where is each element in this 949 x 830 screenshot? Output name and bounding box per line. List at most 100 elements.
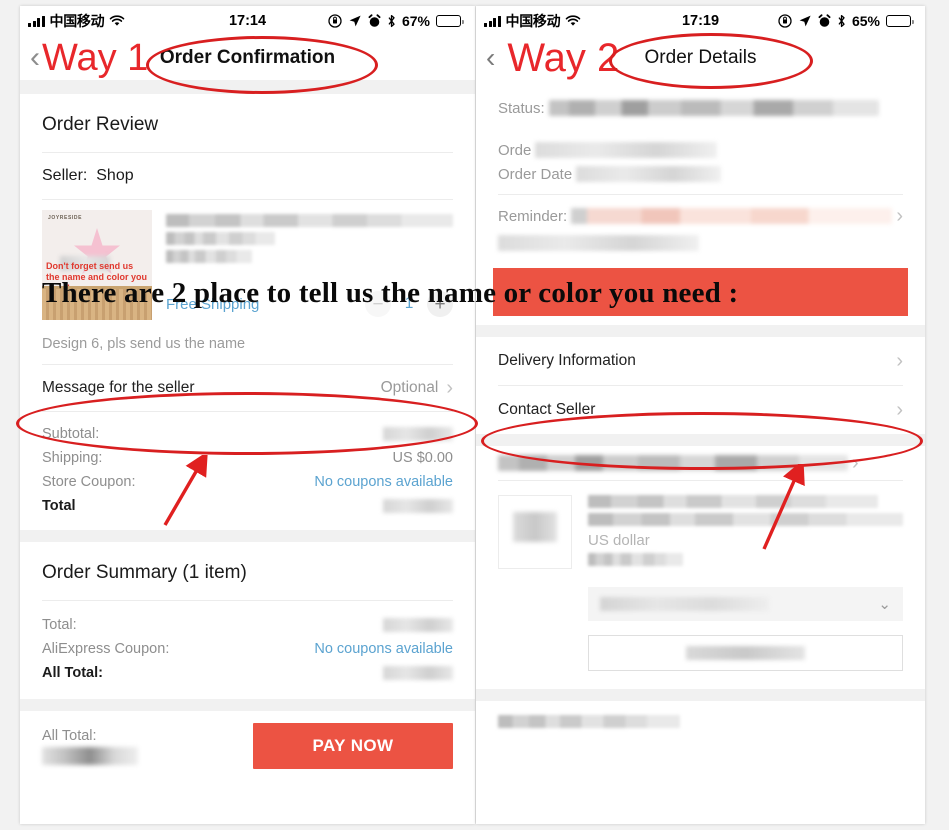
wifi-icon <box>110 15 125 26</box>
total-value-redacted <box>383 499 453 513</box>
location-arrow-icon <box>799 15 811 27</box>
item-price-redacted <box>588 553 683 566</box>
plus-icon[interactable]: + <box>427 291 453 317</box>
seller-label: Seller: <box>42 167 88 184</box>
battery-icon <box>886 15 914 27</box>
screenshot-root: 中国移动 17:14 67% ‹ Way 1 Order Confirmatio… <box>0 0 949 830</box>
message-for-seller-value: Optional <box>380 379 439 396</box>
signal-bars-icon <box>28 15 45 27</box>
section-gap <box>20 80 475 94</box>
section-gap <box>20 699 475 711</box>
section-gap <box>476 325 925 337</box>
status-bar-left-group: 中国移动 <box>484 11 581 31</box>
order-actions-card: Delivery Information › Contact Seller › <box>476 337 925 434</box>
summary-value-redacted <box>383 618 453 632</box>
section-gap <box>476 434 925 446</box>
chevron-right-icon: › <box>896 350 903 372</box>
rotation-lock-icon <box>778 14 792 28</box>
reminder-label: Reminder: <box>498 207 568 225</box>
contact-seller-row[interactable]: Contact Seller › <box>476 386 925 434</box>
chevron-right-icon: › <box>446 377 453 399</box>
fence-graphic <box>42 286 152 320</box>
detail-row-reminder[interactable]: Reminder: › <box>476 201 925 231</box>
pay-now-button[interactable]: PAY NOW <box>253 723 453 769</box>
seller-row[interactable]: Seller: Shop <box>20 153 475 199</box>
summary-label: All Total: <box>42 665 103 681</box>
item-action-button[interactable] <box>588 635 903 671</box>
delivery-information-row[interactable]: Delivery Information › <box>476 337 925 385</box>
section-gap <box>476 689 925 701</box>
store-coupon-link[interactable]: No coupons available <box>314 474 453 490</box>
store-name-row[interactable]: › <box>476 446 925 480</box>
summary-line: AliExpress Coupon: No coupons available <box>20 637 475 661</box>
message-for-seller-row[interactable]: Message for the seller Optional › <box>20 365 475 411</box>
status-bar-left-group: 中国移动 <box>28 11 125 31</box>
order-details-card: Status: Orde Order Date Reminder: › <box>476 80 925 325</box>
chevron-right-icon: › <box>852 452 859 474</box>
contact-seller-label: Contact Seller <box>498 401 596 418</box>
pay-bar-total: All Total: <box>42 728 138 765</box>
total-line: Shipping: US $0.00 <box>20 446 475 470</box>
rotation-lock-icon <box>328 14 342 28</box>
order-summary-card: Order Summary (1 item) Total: AliExpress… <box>20 542 475 699</box>
alarm-clock-icon <box>818 14 831 27</box>
battery-icon <box>436 15 464 27</box>
order-id-value-redacted <box>535 142 718 158</box>
item-title-line1-redacted <box>588 495 878 508</box>
wifi-icon <box>566 15 581 26</box>
status-bar-right: 中国移动 17:19 65% <box>476 6 925 36</box>
total-value: US $0.00 <box>392 450 453 466</box>
currency-note: US dollar <box>588 532 650 549</box>
product-thumbnail[interactable]: JOYRESIDE Don't forget send us the name … <box>42 210 152 320</box>
back-button[interactable]: ‹ <box>20 43 40 73</box>
product-row[interactable]: JOYRESIDE Don't forget send us the name … <box>20 200 475 326</box>
free-shipping-label[interactable]: Free Shipping <box>166 296 259 313</box>
total-line: Subtotal: <box>20 422 475 446</box>
total-label: Shipping: <box>42 450 103 466</box>
footer-line-redacted <box>498 715 681 728</box>
phone-panel-way1: 中国移动 17:14 67% ‹ Way 1 Order Confirmatio… <box>20 6 475 824</box>
quantity-stepper[interactable]: − 1 + <box>365 291 453 317</box>
status-bar-right-group: 67% <box>328 13 464 29</box>
aliexpress-coupon-link[interactable]: No coupons available <box>314 641 453 657</box>
status-value-redacted <box>548 100 879 116</box>
carrier-label: 中国移动 <box>49 13 105 29</box>
location-arrow-icon <box>349 15 361 27</box>
order-summary-heading: Order Summary (1 item) <box>42 562 247 583</box>
way2-annotation-label: Way 2 <box>507 36 620 80</box>
detail-row-order-id: Orde <box>476 138 925 162</box>
total-value-redacted <box>383 427 453 441</box>
order-item-row[interactable]: US dollar <box>476 481 925 577</box>
summary-value-redacted <box>383 666 453 680</box>
item-action-label-redacted <box>686 646 805 660</box>
summary-label: Total: <box>42 617 77 633</box>
minus-icon[interactable]: − <box>365 291 391 317</box>
pay-total-amount-redacted <box>42 746 138 765</box>
total-line: Store Coupon: No coupons available <box>20 470 475 494</box>
phone-panel-way2: 中国移动 17:19 65% ‹ Way 2 Order Details Sta… <box>476 6 925 824</box>
store-name-redacted <box>498 455 848 471</box>
chevron-down-icon: ⌄ <box>878 596 891 613</box>
chevron-right-icon: › <box>896 399 903 421</box>
product-variant-redacted <box>166 250 253 263</box>
pay-total-label: All Total: <box>42 727 97 744</box>
quantity-value: 1 <box>404 295 414 312</box>
item-option-select[interactable]: ⌄ <box>588 587 903 621</box>
status-label: Status: <box>498 99 545 117</box>
total-line: Total <box>20 494 475 518</box>
section-gap <box>20 530 475 542</box>
order-summary-rows: Total: AliExpress Coupon: No coupons ava… <box>20 601 475 699</box>
product-brand-label: JOYRESIDE <box>48 215 83 221</box>
order-item-info: US dollar <box>588 495 903 571</box>
product-subtitle-redacted <box>166 232 276 245</box>
summary-label: AliExpress Coupon: <box>42 641 170 657</box>
bluetooth-icon <box>838 14 845 28</box>
message-for-seller-value-group: Optional › <box>381 378 453 398</box>
chevron-right-icon: › <box>896 205 903 227</box>
battery-percent-label: 67% <box>401 13 430 29</box>
order-item-card: › US dollar ⌄ <box>476 446 925 689</box>
back-button[interactable]: ‹ <box>476 44 495 72</box>
detail-row-status: Status: <box>476 94 925 122</box>
product-title-redacted <box>166 214 453 227</box>
order-item-thumbnail[interactable] <box>498 495 572 569</box>
